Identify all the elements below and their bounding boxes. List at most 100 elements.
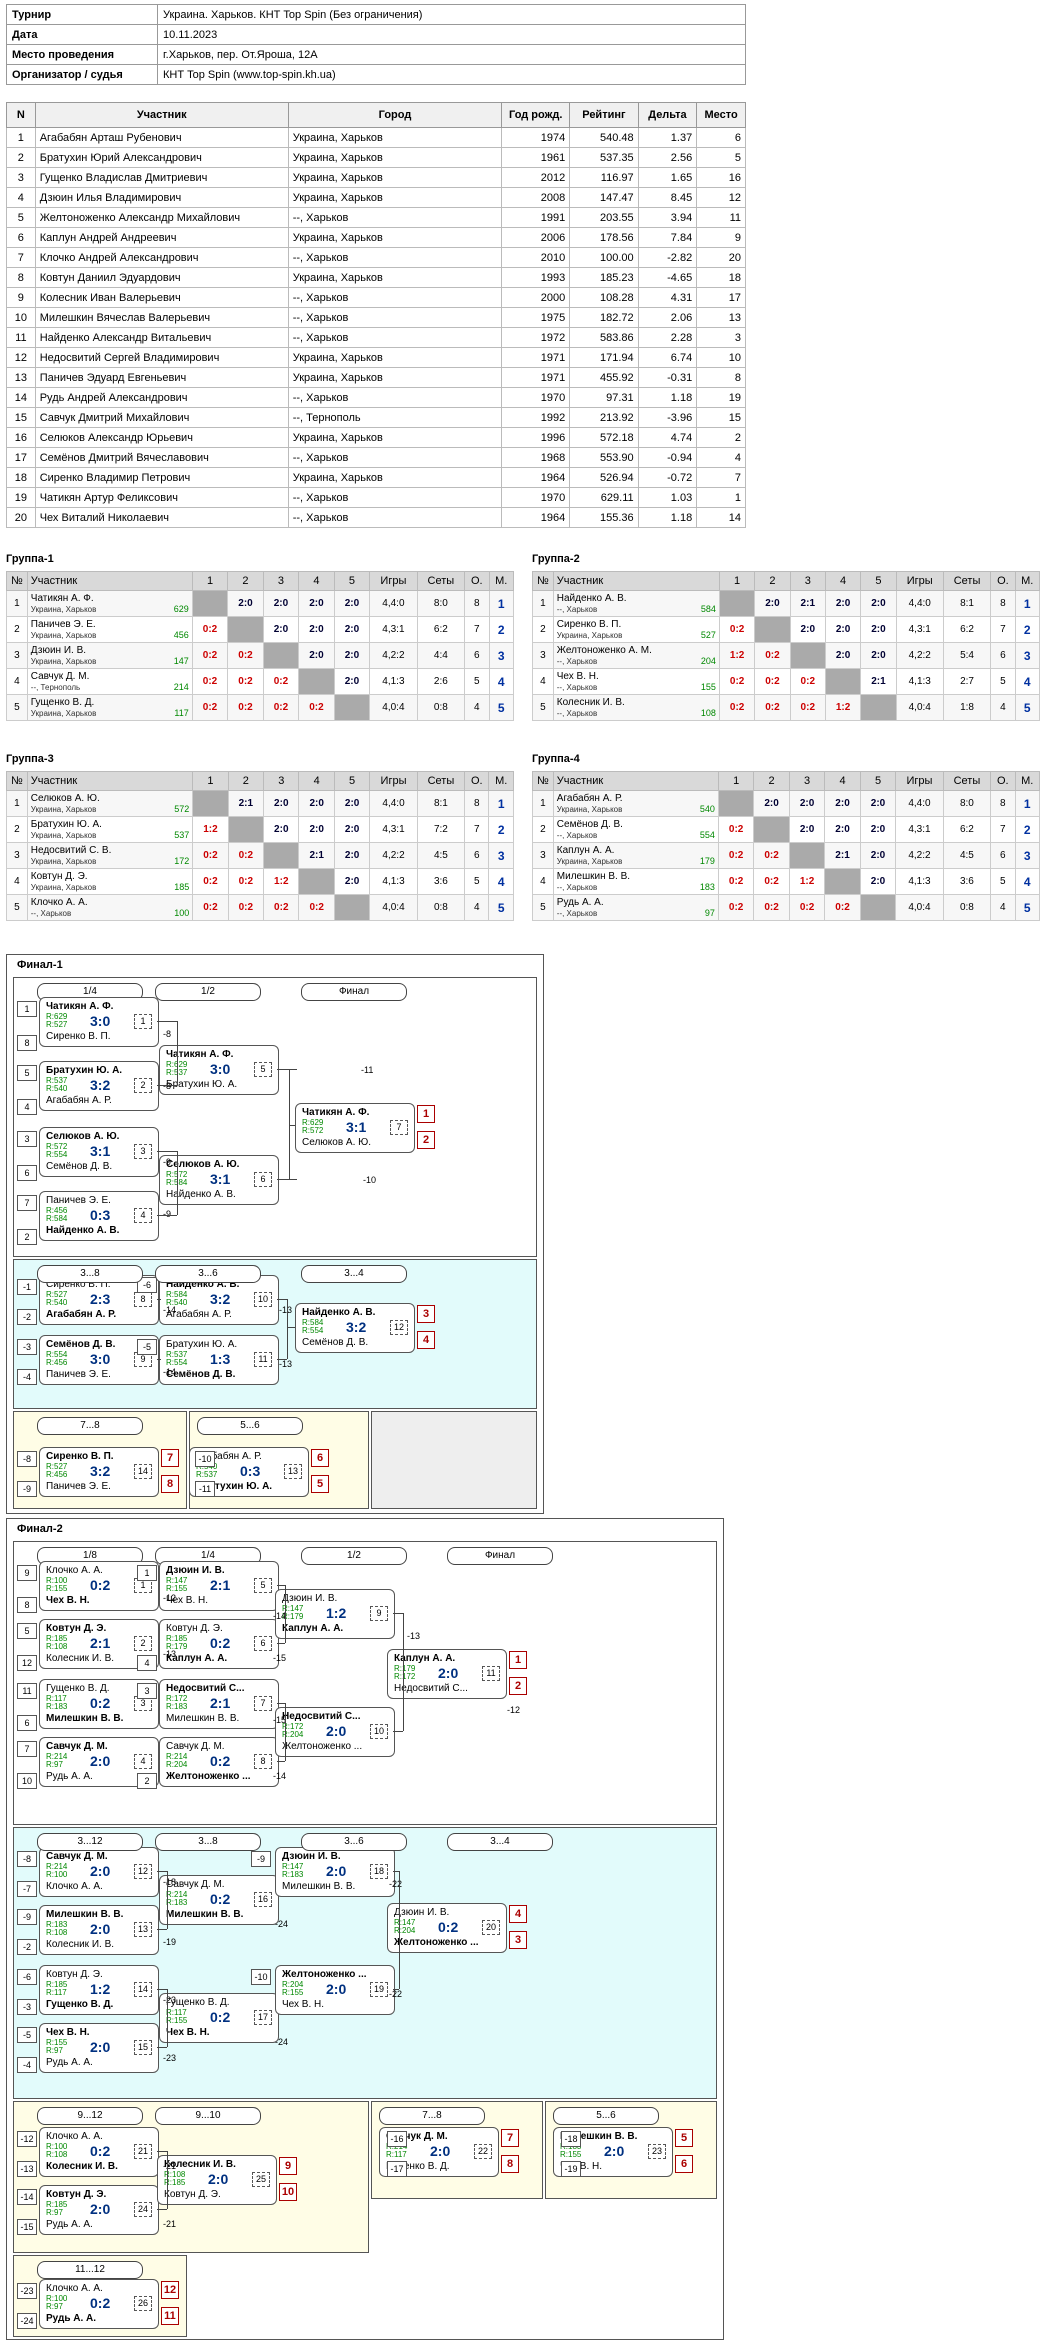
bracket-line (157, 1299, 161, 1300)
seed-label: 6 (17, 1715, 37, 1731)
match-player-2: Каплун А. А. (282, 1623, 344, 1634)
bracket-match: Селюков А. Ю. R:572 R:554 3:1 3 Семёнов Д. В. (39, 1127, 159, 1177)
table-cell: 11 (6, 327, 36, 348)
match-number: 4 (134, 1754, 152, 1769)
seed-label: -11 (195, 1481, 215, 1497)
group-player-city-text: Украина, Харьков (30, 856, 97, 866)
table-cell: 1961 (501, 147, 571, 168)
group-player-city: Украина, Харьков 456 (31, 630, 189, 641)
bracket-match: Каплун А. А. R:179 R:172 2:0 11 Недосвитий С.… (387, 1649, 507, 1699)
table-cell: 1996 (501, 427, 571, 448)
group-result: 0:2 (238, 876, 254, 887)
group-result-cell: 2:1 (824, 842, 861, 869)
table-cell: 18 (696, 267, 746, 288)
table-cell: 3 (696, 327, 746, 348)
info-key: Турнир (6, 4, 158, 25)
match-ratings: R:100 R:108 (46, 2143, 67, 2159)
group-result-cell: 0:2 (227, 642, 264, 669)
final-place-2: 2 (417, 1131, 435, 1149)
info-value: КНТ Top Spin (www.top-spin.kh.ua) (157, 64, 746, 85)
match-ratings: R:214 R:100 (46, 1863, 67, 1879)
group-row-n: 4 (532, 668, 554, 695)
bracket-match: Паничев Э. Е. R:456 R:584 0:3 4 Найденко А. В… (39, 1191, 159, 1241)
group-points: 6 (464, 842, 490, 869)
group-player-name: Гущенко В. Д. (30, 696, 95, 708)
round-header: 7...8 (379, 2107, 485, 2125)
group-result-cell: 0:2 (191, 616, 229, 643)
group-points: 8 (990, 590, 1016, 617)
group-result: 2:0 (871, 650, 886, 661)
group-col-c2: 2 (227, 771, 265, 791)
table-cell: 4 (696, 447, 746, 468)
group-col-c4: 4 (298, 571, 335, 591)
group-result-cell: 0:2 (191, 642, 229, 669)
match-player-2: Агабабян А. Р. (46, 1309, 117, 1320)
match-number: 12 (390, 1320, 408, 1335)
group-col-pts: О. (464, 571, 490, 591)
match-number: 4 (134, 1208, 152, 1223)
group-result: 0:2 (764, 876, 779, 887)
group-header-row: № Участник 1 2 3 4 5 Игры Сеты О. М. (532, 571, 1041, 591)
group-result-cell (333, 894, 371, 921)
group-result-cell: 2:0 (754, 590, 791, 617)
match-score: 1:3 (210, 1351, 231, 1367)
group-sets: 8:1 (942, 590, 992, 617)
group-player-rating: 172 (174, 855, 190, 866)
group-player: Семёнов Д. В. --, Харьков 554 (552, 816, 719, 843)
group-player-rating: 185 (174, 881, 190, 892)
match-score: 1:2 (326, 1605, 347, 1621)
group-games: 4,1:3 (895, 668, 944, 695)
table-row: 2 Братухин Юрий Александрович Украина, Хар… (6, 147, 746, 168)
bracket-line (403, 1613, 404, 1731)
group-result: 2:0 (764, 798, 779, 809)
seed-label: -9 (251, 1851, 271, 1867)
seed-label: 3 (17, 1131, 37, 1147)
match-score: 1:2 (90, 1981, 111, 1997)
match-score: 2:0 (326, 1723, 347, 1739)
group-place: 3 (488, 842, 514, 869)
group-col-name: Участник (552, 571, 720, 591)
seed-label: -3 (17, 1999, 37, 2015)
final-place-1: 6 (311, 1449, 329, 1467)
group-games: 4,2:2 (369, 842, 418, 869)
match-ratings: R:147 R:183 (282, 1863, 303, 1879)
round-header: 3...8 (37, 1265, 143, 1283)
group-sets: 4:5 (416, 842, 466, 869)
group-player: Чех В. Н. --, Харьков 155 (552, 668, 720, 695)
group-result-cell: 2:0 (824, 816, 861, 843)
seed-label: 7 (17, 1195, 37, 1211)
table-cell: 155.36 (569, 507, 639, 528)
table-cell: Найденко Александр Витальевич (34, 327, 289, 348)
group-col-games: Игры (895, 771, 944, 791)
final-place-2: 3 (509, 1931, 527, 1949)
loser-ref: -12 (507, 1705, 521, 1715)
match-player-2: Сиренко В. П. (46, 1031, 111, 1042)
info-key: Место проведения (6, 44, 158, 65)
round-header: 9...10 (155, 2107, 261, 2125)
group-row: 5 Колесник И. В. --, Харьков 108 0:2 0:2 0:2 1:… (532, 694, 1041, 721)
table-cell: 185.23 (569, 267, 639, 288)
bracket-match: Клочко А. А. R:100 R:97 0:2 26 Рудь А. А. (39, 2279, 159, 2329)
group-title: Группа-4 (532, 753, 580, 765)
group-place: 4 (1014, 668, 1041, 695)
bracket-line (167, 1989, 168, 2047)
table-cell: Паничев Эдуард Евгеньевич (34, 367, 289, 388)
match-number: 13 (284, 1464, 302, 1479)
final2-panel: Финал-2 1/8 1/4 1/2 Финал Клочко А. А. R:100 R… (6, 1518, 724, 2340)
seed-label: -10 (195, 1451, 215, 1467)
match-rating-2: R:100 (46, 1870, 68, 1879)
table-cell: 2.06 (637, 307, 698, 328)
group-result: 0:2 (765, 702, 780, 713)
match-score: 3:1 (210, 1171, 231, 1187)
match-player-1: Недосвитий С... (282, 1711, 361, 1722)
group-points: 5 (990, 868, 1016, 895)
bracket-line (157, 2047, 167, 2048)
group-place: 4 (1014, 868, 1040, 895)
group-player-name: Найденко А. В. (556, 592, 627, 604)
match-player-2: Семёнов Д. В. (302, 1337, 369, 1348)
group-title: Группа-3 (6, 753, 54, 765)
group-col-place: М. (488, 771, 514, 791)
bracket-line (277, 1299, 287, 1300)
match-number: 20 (482, 1920, 500, 1935)
table-cell: Каплун Андрей Андреевич (34, 227, 289, 248)
